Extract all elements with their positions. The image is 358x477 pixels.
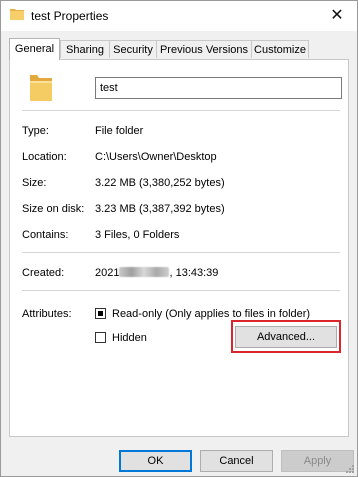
- contains-label: Contains:: [22, 229, 69, 241]
- size-label: Size:: [22, 177, 47, 189]
- separator: [22, 110, 340, 111]
- cancel-button[interactable]: Cancel: [200, 450, 273, 472]
- tab-security[interactable]: Security: [109, 40, 157, 58]
- apply-button[interactable]: Apply: [281, 450, 354, 472]
- readonly-checkbox[interactable]: [95, 308, 106, 319]
- hidden-checkbox-label[interactable]: Hidden: [112, 332, 147, 344]
- properties-window: test Properties ✕ General Sharing Securi…: [0, 0, 358, 477]
- hidden-checkbox[interactable]: [95, 332, 106, 343]
- close-icon: ✕: [330, 7, 344, 24]
- separator: [22, 252, 340, 253]
- ok-button[interactable]: OK: [119, 450, 192, 472]
- created-year: 2021: [95, 267, 120, 279]
- title-bar[interactable]: test Properties ✕: [1, 1, 357, 31]
- location-value: C:\Users\Owner\Desktop: [95, 151, 217, 163]
- location-label: Location:: [22, 151, 67, 163]
- size-on-disk-value: 3.23 MB (3,387,392 bytes): [95, 203, 225, 215]
- size-value: 3.22 MB (3,380,252 bytes): [95, 177, 225, 189]
- window-title: test Properties: [31, 9, 109, 23]
- redacted-date: [119, 267, 170, 277]
- tab-general[interactable]: General: [9, 38, 60, 60]
- general-tab-panel: Type: File folder Location: C:\Users\Own…: [9, 59, 349, 437]
- tab-bar: General Sharing Security Previous Versio…: [9, 38, 349, 60]
- tab-customize[interactable]: Customize: [251, 40, 309, 58]
- created-time: , 13:43:39: [169, 267, 219, 279]
- close-button[interactable]: ✕: [317, 1, 357, 31]
- separator: [22, 290, 340, 291]
- folder-icon: [30, 75, 52, 101]
- type-value: File folder: [95, 125, 144, 137]
- type-label: Type:: [22, 125, 49, 137]
- created-label: Created:: [22, 267, 65, 279]
- readonly-checkbox-label[interactable]: Read-only (Only applies to files in fold…: [112, 308, 310, 320]
- highlight-box: [231, 320, 341, 353]
- attributes-label: Attributes:: [22, 308, 72, 320]
- contains-value: 3 Files, 0 Folders: [95, 229, 180, 241]
- folder-icon: [10, 9, 24, 20]
- folder-name-input[interactable]: [95, 77, 342, 99]
- tab-sharing[interactable]: Sharing: [60, 40, 110, 58]
- created-value: 2021 , 13:43:39: [95, 267, 218, 279]
- resize-grip-icon[interactable]: [345, 464, 355, 474]
- size-on-disk-label: Size on disk:: [22, 203, 85, 215]
- tab-previous-versions[interactable]: Previous Versions: [156, 40, 252, 58]
